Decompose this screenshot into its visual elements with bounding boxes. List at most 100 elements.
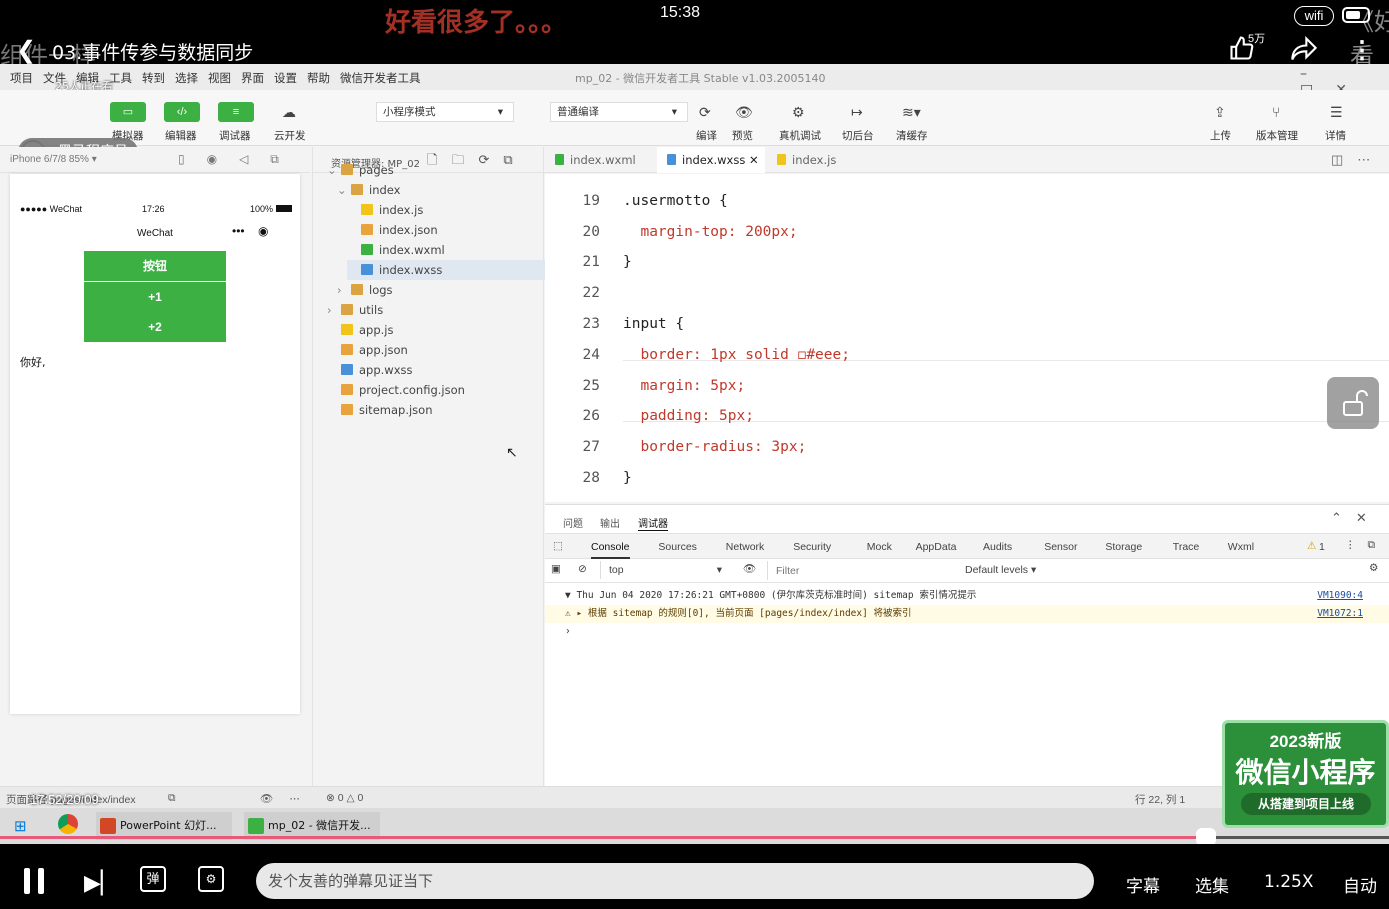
tree-item[interactable]: app.wxss [327, 360, 545, 380]
menu-item[interactable]: 选择 [175, 70, 198, 86]
compile-mode-select[interactable]: 普通编译 ▾ [550, 102, 688, 122]
error-count: ⊗ 0 △ 0 [326, 792, 364, 804]
phone-time: 17:26 [142, 204, 165, 214]
devtools-tab[interactable]: Mock [867, 541, 892, 553]
menu-item[interactable]: 微信开发者工具 [340, 70, 421, 86]
code-editor[interactable]: 18 19 .usermotto {20 margin-top: 200px; 21}… [545, 174, 1389, 502]
episodes-button[interactable]: 选集 [1195, 872, 1229, 897]
danmaku-toggle-icon[interactable]: 弹 [140, 866, 166, 892]
course-promo-badge[interactable]: 2023新版 微信小程序 从搭建到项目上线 [1222, 720, 1389, 828]
refresh-icon[interactable]: ⟳ [699, 104, 711, 121]
next-icon[interactable]: ▶▏ [84, 870, 118, 896]
layers-icon[interactable]: ≋▾ [902, 104, 921, 121]
switch-icon[interactable]: ↦ [851, 104, 863, 121]
menu-item[interactable]: 视图 [208, 70, 231, 86]
debugger-button[interactable]: ≡ [218, 102, 254, 122]
mode-select[interactable]: 小程序模式 ▾ [376, 102, 514, 122]
capsule-menu-icon[interactable]: ••• ◉ [232, 224, 268, 238]
devtools-tab[interactable]: Security [793, 541, 831, 553]
tree-item[interactable]: index.json [347, 220, 545, 240]
devtools-tab[interactable]: Console [591, 541, 630, 559]
chrome-icon[interactable] [58, 814, 78, 834]
devtools-tab[interactable]: Sources [658, 541, 697, 553]
console-source-link[interactable]: VM1090:4 [1317, 587, 1363, 605]
simulator-controls-icon[interactable]: ▯◉◁⧉ [178, 152, 301, 167]
tree-item[interactable]: sitemap.json [327, 400, 545, 420]
context-select[interactable]: top ▾ [600, 561, 728, 579]
simulator-button[interactable]: ▭ [110, 102, 146, 122]
tree-item[interactable]: app.js [327, 320, 545, 340]
tab-debugger[interactable]: 调试器 [638, 515, 668, 531]
branch-icon[interactable]: ⑂ [1272, 104, 1280, 120]
screen-lock-button[interactable] [1327, 377, 1379, 429]
tree-item[interactable]: › logs [337, 280, 545, 300]
upload-icon[interactable]: ⇪ [1214, 104, 1226, 121]
menu-item[interactable]: 转到 [142, 70, 165, 86]
tree-item[interactable]: index.wxss [347, 260, 545, 280]
levels-select[interactable]: Default levels ▾ [965, 564, 1036, 576]
plus-two-button[interactable]: +2 [84, 312, 226, 342]
devtools-tab[interactable]: Storage [1105, 541, 1142, 553]
menu-item[interactable]: 项目 [10, 70, 33, 86]
tree-item[interactable]: index.js [347, 200, 545, 220]
tree-item[interactable]: app.json [327, 340, 545, 360]
chevron-left-icon[interactable]: ❮ [16, 36, 36, 65]
devtools-tab[interactable]: Trace [1173, 541, 1199, 553]
speed-button[interactable]: 1.25X [1264, 872, 1314, 892]
tab-index-wxml[interactable]: index.wxml [545, 147, 655, 173]
devtools-tab[interactable]: Sensor [1044, 541, 1077, 553]
pause-icon[interactable] [24, 868, 30, 894]
carrier: ●●●●● WeChat [20, 204, 83, 214]
devtools-tab[interactable]: Audits [983, 541, 1012, 553]
quality-button[interactable]: 自动 [1343, 872, 1377, 897]
close-icon[interactable]: ✕ [749, 153, 759, 167]
inspect-icon[interactable]: ⬚ [553, 540, 563, 552]
menu-icon[interactable]: ☰ [1330, 104, 1343, 121]
clear-console-icon[interactable]: ⊘ [578, 563, 587, 575]
danmaku-settings-icon[interactable]: ⚙ [198, 866, 224, 892]
menu-item[interactable]: 帮助 [307, 70, 330, 86]
danmaku-input[interactable]: 发个友善的弹幕见证当下 [256, 863, 1094, 899]
devtools-tab[interactable]: Wxml [1228, 541, 1254, 553]
console-source-link[interactable]: VM1072:1 [1317, 605, 1363, 623]
tab-problems[interactable]: 问题 [563, 515, 583, 530]
devtools-tab[interactable]: Network [726, 541, 765, 553]
panel-controls-icon[interactable]: ⌃✕ [1331, 511, 1381, 526]
bug-icon[interactable]: ⚙ [792, 104, 805, 121]
warning-icon: ⚠ [1307, 540, 1317, 552]
more-icon[interactable]: ⋮ [1350, 36, 1374, 65]
tree-item[interactable]: › utils [327, 300, 545, 320]
code-line: padding: 5px; [623, 408, 754, 425]
tab-index-wxss[interactable]: index.wxss ✕ [657, 147, 765, 173]
pause-icon[interactable] [38, 868, 44, 894]
device-select[interactable]: iPhone 6/7/8 85% ▾ [10, 154, 97, 165]
tree-item[interactable]: ⌄ pages [327, 160, 545, 180]
battery-icon [276, 205, 292, 212]
cloud-icon[interactable]: ☁ [282, 104, 296, 121]
green-button[interactable]: 按钮 [84, 251, 226, 281]
tree-item[interactable]: index.wxml [347, 240, 545, 260]
plus-one-button[interactable]: +1 [84, 282, 226, 312]
line-number: 24 [582, 346, 600, 363]
tree-item[interactable]: ⌄ index [337, 180, 545, 200]
menu-item[interactable]: 界面 [241, 70, 264, 86]
tree-item[interactable]: project.config.json [327, 380, 545, 400]
tab-output[interactable]: 输出 [600, 515, 620, 530]
sidebar-toggle-icon[interactable]: ▣ [551, 563, 561, 575]
eye-icon[interactable]: 👁 [743, 562, 756, 575]
windows-start-icon[interactable]: ⊞ [14, 817, 27, 835]
tab-label: index.wxml [570, 153, 636, 167]
caret-down-icon: ▾ [671, 106, 677, 118]
status-actions-icon[interactable]: 👁⋯ [260, 792, 316, 805]
eye-icon[interactable]: 👁 [735, 104, 753, 121]
copy-icon[interactable]: ⧉ [168, 792, 176, 805]
gear-icon[interactable]: ⚙ [1369, 562, 1378, 574]
menu-item[interactable]: 设置 [274, 70, 297, 86]
devtools-menu-icon[interactable]: ⋮⧉ [1345, 539, 1387, 552]
devtools-tab[interactable]: AppData [916, 541, 957, 553]
split-editor-icon[interactable]: ◫⋯ [1331, 152, 1384, 168]
tab-index-js[interactable]: index.js [767, 147, 867, 173]
subtitle-button[interactable]: 字幕 [1126, 872, 1160, 897]
filter-input[interactable] [767, 561, 957, 580]
editor-button[interactable]: ‹/› [164, 102, 200, 122]
